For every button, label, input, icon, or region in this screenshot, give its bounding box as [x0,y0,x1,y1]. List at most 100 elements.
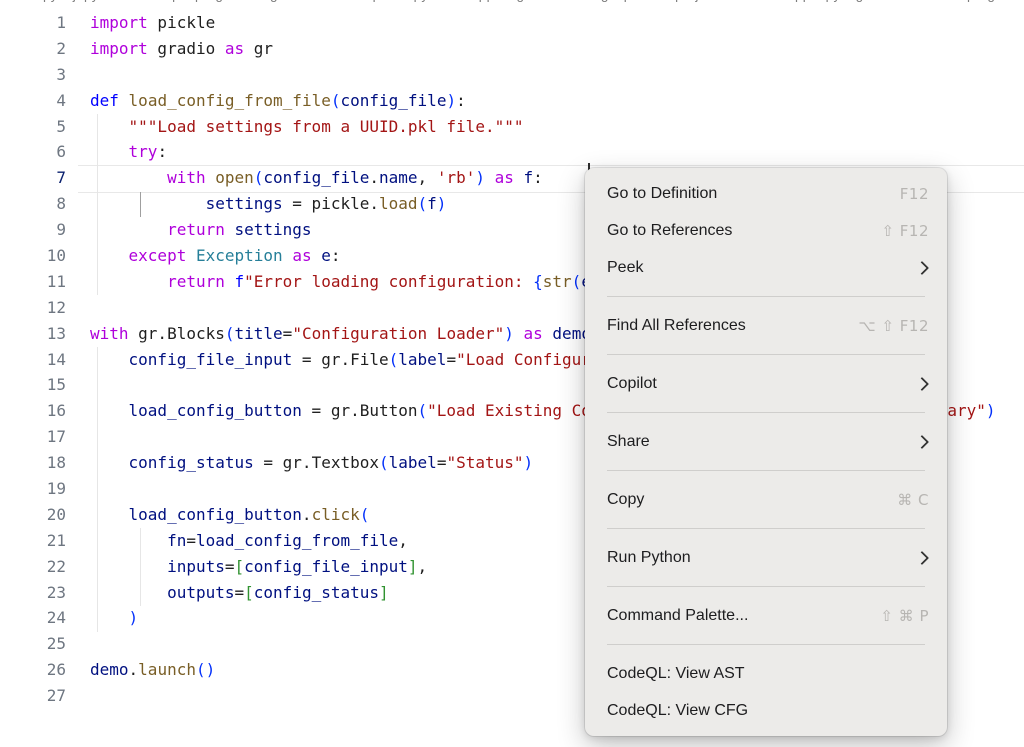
code-line-content[interactable] [90,295,100,321]
code-line-content[interactable]: with open(config_file.name, 'rb') as f: [90,165,543,191]
line-number[interactable]: 1 [0,10,66,36]
code-token: ( [254,168,264,187]
code-token [90,401,129,420]
menu-item-peek[interactable]: Peek [585,249,947,286]
line-number[interactable]: 23 [0,580,66,606]
menu-item-go-to-references[interactable]: Go to References⇧ F12 [585,212,947,249]
line-number[interactable]: 14 [0,347,66,373]
code-line-content[interactable]: inputs=[config_file_input], [90,554,427,580]
code-line: 3 [0,62,1024,88]
code-line-content[interactable]: except Exception as e: [90,243,341,269]
line-number[interactable]: 12 [0,295,66,321]
line-number[interactable]: 22 [0,554,66,580]
code-line-content[interactable]: settings = pickle.load(f) [90,191,446,217]
code-token: = [186,531,196,550]
code-token: ) [504,324,514,343]
code-token: import [90,39,148,58]
code-token: , [398,531,408,550]
code-token: ) [437,194,447,213]
line-number[interactable]: 20 [0,502,66,528]
clipped-breadcrumb: osx py jupyter desktop programming code … [0,0,1024,6]
menu-item-go-to-definition[interactable]: Go to DefinitionF12 [585,175,947,212]
menu-item-copy[interactable]: Copy⌘ C [585,481,947,518]
line-number[interactable]: 10 [0,243,66,269]
menu-item-codeql-view-cfg[interactable]: CodeQL: View CFG [585,692,947,729]
code-line-content[interactable]: outputs=[config_status] [90,580,389,606]
code-token: inputs [167,557,225,576]
code-line-content[interactable]: """Load settings from a UUID.pkl file.""… [90,114,523,140]
code-line-content[interactable]: import gradio as gr [90,36,273,62]
code-line-content[interactable]: config_status = gr.Textbox(label="Status… [90,450,533,476]
code-token: = gr.Button [302,401,418,420]
menu-separator [607,644,925,645]
code-token: pickle [148,13,215,32]
code-token: launch [138,660,196,679]
code-line-content[interactable]: import pickle [90,10,215,36]
code-token: [ [244,583,254,602]
code-line-content[interactable]: return settings [90,217,312,243]
line-number[interactable]: 6 [0,139,66,165]
line-number[interactable]: 16 [0,398,66,424]
code-line-content[interactable]: try: [90,139,167,165]
line-number[interactable]: 13 [0,321,66,347]
menu-item-codeql-view-ast[interactable]: CodeQL: View AST [585,655,947,692]
menu-item-shortcut: ⌥ ⇧ F12 [858,317,929,335]
code-token: load [379,194,418,213]
line-number[interactable]: 19 [0,476,66,502]
clipped-breadcrumb-text: osx py jupyter desktop programming code … [0,0,1024,2]
code-token [90,608,129,627]
menu-item-command-palette[interactable]: Command Palette...⇧ ⌘ P [585,597,947,634]
code-token: = [437,453,447,472]
menu-item-find-all-references[interactable]: Find All References⌥ ⇧ F12 [585,307,947,344]
menu-item-shortcut: ⌘ C [897,491,929,509]
menu-item-label: Run Python [607,549,917,567]
code-line-content[interactable]: load_config_button.click( [90,502,369,528]
code-line-content[interactable]: return f"Error loading configuration: {s… [90,269,620,295]
code-line-content[interactable]: def load_config_from_file(config_file): [90,88,466,114]
line-number[interactable]: 7 [0,165,66,191]
code-line-content[interactable] [90,372,100,398]
code-token: ) [524,453,534,472]
code-token: def [90,91,119,110]
code-line-content[interactable] [90,62,100,88]
line-number[interactable]: 24 [0,605,66,631]
line-number[interactable]: 5 [0,114,66,140]
menu-item-label: Peek [607,259,917,277]
menu-item-shortcut: ⇧ F12 [881,222,929,240]
line-number[interactable]: 2 [0,36,66,62]
line-number[interactable]: 25 [0,631,66,657]
line-number[interactable]: 27 [0,683,66,709]
code-token: settings [206,194,283,213]
line-number[interactable]: 15 [0,372,66,398]
menu-separator [607,354,925,355]
code-token: = [283,324,293,343]
code-line-content[interactable] [90,424,100,450]
menu-item-label: Go to Definition [607,185,900,203]
line-number[interactable]: 8 [0,191,66,217]
line-number[interactable]: 3 [0,62,66,88]
line-number[interactable]: 11 [0,269,66,295]
menu-item-run-python[interactable]: Run Python [585,539,947,576]
code-line-content[interactable] [90,476,100,502]
code-line-content[interactable]: fn=load_config_from_file, [90,528,408,554]
code-line-content[interactable]: demo.launch() [90,657,215,683]
menu-item-share[interactable]: Share [585,423,947,460]
code-line-content[interactable]: with gr.Blocks(title="Configuration Load… [90,321,601,347]
code-token [90,531,167,550]
line-number[interactable]: 18 [0,450,66,476]
code-line-content[interactable] [90,631,100,657]
code-token: label [398,350,446,369]
line-number[interactable]: 9 [0,217,66,243]
code-line-content[interactable]: ) [90,605,138,631]
code-token: """Load settings from a UUID.pkl file.""… [129,117,524,136]
line-number[interactable]: 26 [0,657,66,683]
line-number[interactable]: 17 [0,424,66,450]
menu-item-copilot[interactable]: Copilot [585,365,947,402]
code-token: : [456,91,466,110]
code-token: () [196,660,215,679]
line-number[interactable]: 21 [0,528,66,554]
code-line-content[interactable] [90,683,100,709]
code-token: = gr.File [292,350,388,369]
line-number[interactable]: 4 [0,88,66,114]
code-token: = [235,583,245,602]
